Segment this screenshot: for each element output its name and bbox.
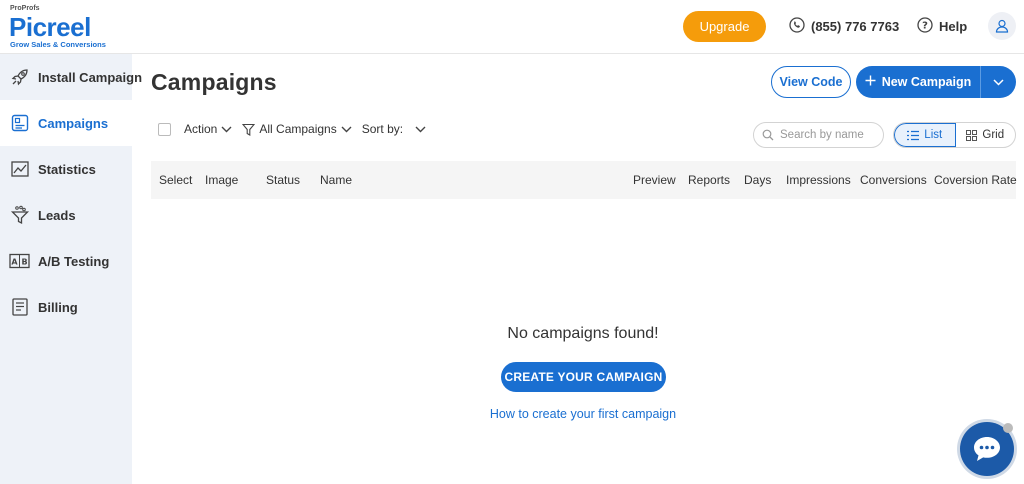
top-header: ProProfs Picreel Grow Sales & Conversion… [0, 0, 1024, 54]
sidebar-item-label: Install Campaign [38, 69, 143, 85]
sort-label: Sort by: [361, 122, 404, 136]
column-header-status[interactable]: Status [266, 161, 300, 199]
logo-tagline: Grow Sales & Conversions [10, 40, 106, 49]
campaigns-icon [9, 113, 30, 134]
new-campaign-split-button: New Campaign [856, 66, 1016, 98]
column-header-image[interactable]: Image [205, 161, 238, 199]
list-view-button[interactable]: List [894, 123, 956, 147]
column-header-reports[interactable]: Reports [688, 161, 730, 199]
filter-label: All Campaigns [259, 122, 337, 136]
grid-view-label: Grid [982, 129, 1005, 141]
upgrade-button[interactable]: Upgrade [683, 11, 766, 42]
sidebar-item-campaigns[interactable]: Campaigns [0, 100, 132, 146]
help-link[interactable]: ? Help [917, 16, 967, 36]
help-label: Help [939, 18, 968, 34]
chevron-down-icon [993, 78, 1004, 86]
ab-test-icon: AB [9, 251, 30, 272]
how-to-create-link[interactable]: How to create your first campaign [0, 407, 1024, 421]
logo-brand-top: ProProfs [10, 5, 40, 12]
select-all-checkbox[interactable] [158, 122, 171, 136]
view-toggle: List Grid [893, 122, 1016, 148]
sidebar-item-billing[interactable]: Billing [0, 284, 132, 330]
svg-text:B: B [21, 258, 27, 267]
document-icon [9, 297, 30, 318]
funnel-icon [9, 205, 30, 226]
chat-status-dot [1003, 423, 1013, 433]
column-header-name[interactable]: Name [320, 161, 352, 199]
sidebar-item-label: Leads [38, 207, 76, 223]
user-avatar[interactable] [988, 12, 1016, 40]
empty-state-message: No campaigns found! [507, 325, 659, 342]
chevron-down-icon [341, 126, 352, 132]
sidebar-item-leads[interactable]: Leads [0, 192, 132, 238]
sidebar-item-install-campaign[interactable]: Install Campaign [0, 54, 142, 100]
logo-name: Picreel [9, 12, 91, 42]
svg-text:?: ? [922, 20, 928, 31]
chat-bubble-icon [974, 437, 1000, 461]
chevron-down-icon [415, 126, 426, 132]
phone-number: (855) 776 7763 [811, 18, 900, 34]
create-campaign-button[interactable]: CREATE YOUR CAMPAIGN [501, 362, 666, 392]
page-title: Campaigns [151, 69, 277, 95]
user-icon [995, 19, 1009, 33]
filter-dropdown[interactable]: All Campaigns [242, 122, 352, 136]
chevron-down-icon [221, 126, 232, 132]
plus-icon [865, 75, 876, 89]
view-code-button[interactable]: View Code [771, 66, 851, 98]
action-dropdown[interactable]: Action [184, 122, 232, 136]
sidebar-item-label: A/B Testing [38, 253, 110, 269]
column-header-conversions[interactable]: Conversions [860, 161, 927, 199]
phone-icon [789, 16, 805, 36]
column-header-days[interactable]: Days [744, 161, 771, 199]
rocket-icon [9, 67, 30, 88]
help-icon: ? [917, 16, 933, 36]
sidebar-item-label: Statistics [38, 161, 96, 177]
chart-icon [9, 159, 30, 180]
grid-view-button[interactable]: Grid [956, 123, 1016, 147]
sidebar-item-statistics[interactable]: Statistics [0, 146, 132, 192]
list-view-label: List [924, 129, 943, 141]
search-input[interactable] [780, 129, 880, 141]
column-header-impressions[interactable]: Impressions [786, 161, 851, 199]
action-label: Action [184, 122, 218, 136]
new-campaign-label: New Campaign [881, 75, 972, 89]
svg-text:A: A [11, 258, 18, 267]
picreel-logo[interactable]: ProProfs Picreel Grow Sales & Conversion… [9, 5, 119, 49]
list-icon [907, 130, 920, 140]
phone-link[interactable]: (855) 776 7763 [789, 16, 899, 36]
campaign-table-header: Select Image Status Name Preview Reports… [151, 161, 1017, 199]
grid-icon [966, 129, 978, 141]
sort-dropdown[interactable]: Sort by: [362, 122, 426, 136]
filter-icon [242, 123, 256, 136]
column-header-preview[interactable]: Preview [633, 161, 676, 199]
column-header-select[interactable]: Select [159, 161, 192, 199]
column-header-conversion-rate[interactable]: Coversion Rate [934, 161, 1017, 199]
new-campaign-button[interactable]: New Campaign [856, 66, 980, 98]
sidebar-item-label: Billing [38, 299, 78, 315]
search-box [753, 122, 884, 148]
new-campaign-dropdown[interactable] [980, 66, 1016, 98]
sidebar-item-label: Campaigns [38, 115, 109, 131]
sidebar-item-ab-testing[interactable]: AB A/B Testing [0, 238, 132, 284]
list-toolbar: Action All Campaigns Sort by: [158, 118, 436, 140]
search-icon [762, 129, 774, 141]
